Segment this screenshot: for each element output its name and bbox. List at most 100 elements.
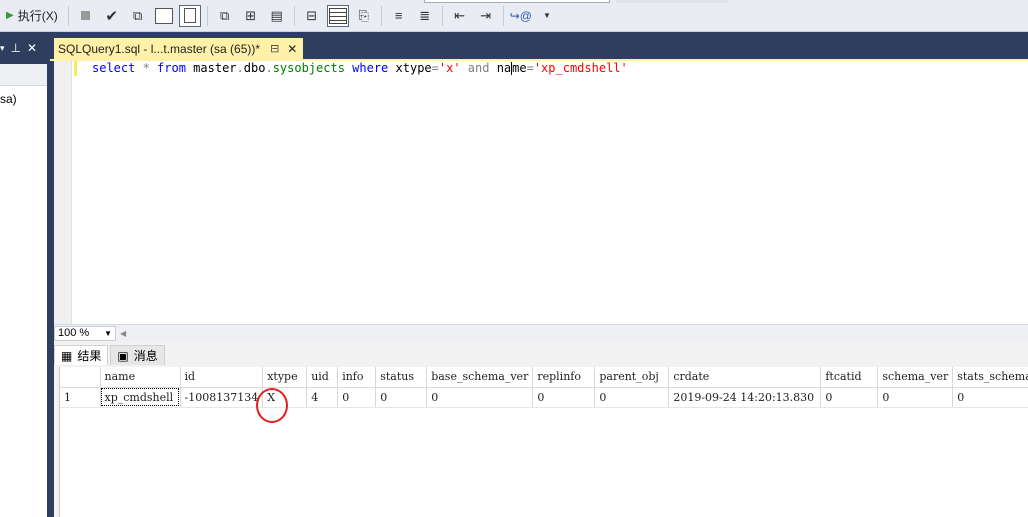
display-plan-button[interactable]: ⧉ <box>127 5 149 27</box>
sql-token: sysobjects <box>272 61 345 75</box>
grid-cell[interactable]: 0 <box>594 387 670 408</box>
object-explorer-panel: ▾ ⊥ ✕ sa) <box>0 32 48 517</box>
plan-icon: ⧉ <box>220 7 230 23</box>
column-header[interactable]: xtype <box>262 367 308 388</box>
checkmark-icon: ✔ <box>105 7 118 25</box>
sql-token: * <box>135 61 158 75</box>
sql-token: na <box>496 61 512 75</box>
increase-indent-button[interactable]: ⇥ <box>475 5 497 27</box>
tab-messages-label: 消息 <box>133 349 158 363</box>
grid-header-row: name id xtype uid info status base_schema_ver r… <box>60 367 1028 388</box>
grid-cell[interactable]: 0 <box>877 387 954 408</box>
live-stats-button[interactable]: ⊞ <box>240 5 262 27</box>
column-header[interactable]: crdate <box>668 367 822 388</box>
zoom-value: 100 % <box>58 327 90 339</box>
results-pane: ▦ 结果 ▣ 消息 name id xtype uid info status base_s… <box>54 341 1028 517</box>
grid-cell[interactable]: 0 <box>337 387 377 408</box>
results-table: name id xtype uid info status base_schema_ver r… <box>60 367 1028 408</box>
execute-button[interactable]: ▶ 执行(X) <box>2 5 62 27</box>
include-plan-button[interactable]: ⧉ <box>214 5 236 27</box>
sql-token: 'x' <box>438 61 461 75</box>
object-explorer-server-node[interactable]: sa) <box>0 86 47 106</box>
column-header[interactable]: parent_obj <box>594 367 670 388</box>
query-editor[interactable]: select * from master.dbo.sysobjects wher… <box>54 61 1028 324</box>
results-to-file-icon: ⎘ <box>358 7 369 23</box>
pin-icon[interactable]: ⊥ <box>11 41 21 55</box>
results-to-text-button[interactable]: ⊟ <box>301 5 323 27</box>
close-icon[interactable]: ✕ <box>27 41 37 55</box>
grid-icon <box>328 7 347 24</box>
scroll-left-icon[interactable]: ◀ <box>120 329 126 338</box>
toolbar: ▶ 执行(X) ✔ ⧉ ⧉ ⊞ ▤ ⊟ ⎘ ≡ ≣ ⇤ ⇥ ↪@ ▼ <box>0 0 1028 32</box>
column-header[interactable]: status <box>375 367 428 388</box>
chevron-down-icon: ▼ <box>104 328 112 338</box>
grid-cell[interactable]: 0 <box>952 387 1028 408</box>
client-stats-button[interactable]: ▤ <box>266 5 288 27</box>
grid-cell[interactable]: 0 <box>820 387 879 408</box>
pin-icon[interactable]: ⊟ <box>270 42 279 55</box>
column-header[interactable]: replinfo <box>532 367 596 388</box>
decrease-indent-button[interactable]: ⇤ <box>449 5 471 27</box>
tab-messages[interactable]: ▣ 消息 <box>110 345 165 365</box>
toolbar-combo-edge <box>616 0 728 3</box>
database-combo-edge[interactable] <box>424 0 610 3</box>
results-grid[interactable]: name id xtype uid info status base_schema_ver r… <box>59 367 1028 517</box>
sql-code-line[interactable]: select * from master.dbo.sysobjects wher… <box>92 61 628 76</box>
stop-button[interactable] <box>75 5 97 27</box>
results-tabs: ▦ 结果 ▣ 消息 <box>54 345 165 367</box>
sql-token: 'xp_cmdshell' <box>533 61 628 75</box>
sql-token: me <box>512 61 527 75</box>
comment-icon: ≡ <box>394 8 403 23</box>
column-header[interactable]: schema_ver <box>877 367 954 388</box>
sql-token: where <box>344 61 396 75</box>
comment-button[interactable]: ≡ <box>388 5 410 27</box>
row-number[interactable]: 1 <box>60 387 101 408</box>
grid-cell[interactable]: xp_cmdshell <box>100 387 181 408</box>
toolbar-overflow-button[interactable]: ▼ <box>536 5 558 27</box>
execute-icon: ▶ <box>6 10 14 21</box>
query-designer-button[interactable] <box>153 5 175 27</box>
client-stats-icon: ▤ <box>270 7 283 23</box>
close-icon[interactable]: ✕ <box>287 42 297 56</box>
sql-token: = <box>526 61 534 75</box>
column-header[interactable]: ftcatid <box>820 367 879 388</box>
results-grid-icon <box>183 8 196 23</box>
column-header[interactable]: stats_schema_ <box>952 367 1028 388</box>
dropdown-icon[interactable]: ▾ <box>0 43 5 54</box>
object-explorer-header: ▾ ⊥ ✕ <box>0 32 47 64</box>
execute-label: 执行(X) <box>17 9 58 23</box>
column-header[interactable]: base_schema_ver <box>426 367 534 388</box>
sql-token: . <box>236 61 244 75</box>
sql-token: = <box>431 61 439 75</box>
results-to-text-icon: ⊟ <box>306 7 318 23</box>
tab-results-label: 结果 <box>77 349 102 363</box>
grid-cell[interactable]: 2019-09-24 14:20:13.830 <box>668 387 822 408</box>
tab-results[interactable]: ▦ 结果 <box>54 345 109 365</box>
uncomment-button[interactable]: ≣ <box>414 5 436 27</box>
results-to-grid-toggle[interactable] <box>326 4 349 27</box>
grid-cell[interactable]: 0 <box>375 387 428 408</box>
changed-line-marker <box>74 61 77 76</box>
row-header-corner[interactable] <box>60 367 101 388</box>
editor-status-bar: 100 % ▼ ◀ <box>54 324 1028 341</box>
specify-values-button[interactable]: ↪@ <box>510 5 532 27</box>
specify-values-icon: ↪@ <box>509 8 532 23</box>
zoom-select[interactable]: 100 % ▼ <box>54 325 116 341</box>
sql-token: select <box>92 61 136 75</box>
grid-cell[interactable]: -1008137134 <box>180 387 264 408</box>
grid-cell[interactable]: 0 <box>532 387 596 408</box>
results-to-grid-button[interactable] <box>178 4 201 27</box>
column-header[interactable]: info <box>337 367 377 388</box>
column-header[interactable]: uid <box>306 367 339 388</box>
toolbar-separator <box>380 5 382 26</box>
grid-cell[interactable]: 4 <box>306 387 339 408</box>
annotation-circle <box>256 388 288 423</box>
column-header[interactable]: id <box>180 367 264 388</box>
parse-button[interactable]: ✔ <box>101 5 123 27</box>
column-header[interactable]: name <box>100 367 181 388</box>
results-to-file-button[interactable]: ⎘ <box>353 5 375 27</box>
table-row[interactable]: 1 xp_cmdshell -1008137134 X 4 0 0 0 0 0 2019-09-24… <box>60 387 1028 408</box>
query-designer-icon <box>154 7 173 24</box>
grid-cell[interactable]: 0 <box>426 387 534 408</box>
tab-sqlquery1[interactable]: SQLQuery1.sql - l...t.master (sa (65))* … <box>54 38 304 59</box>
